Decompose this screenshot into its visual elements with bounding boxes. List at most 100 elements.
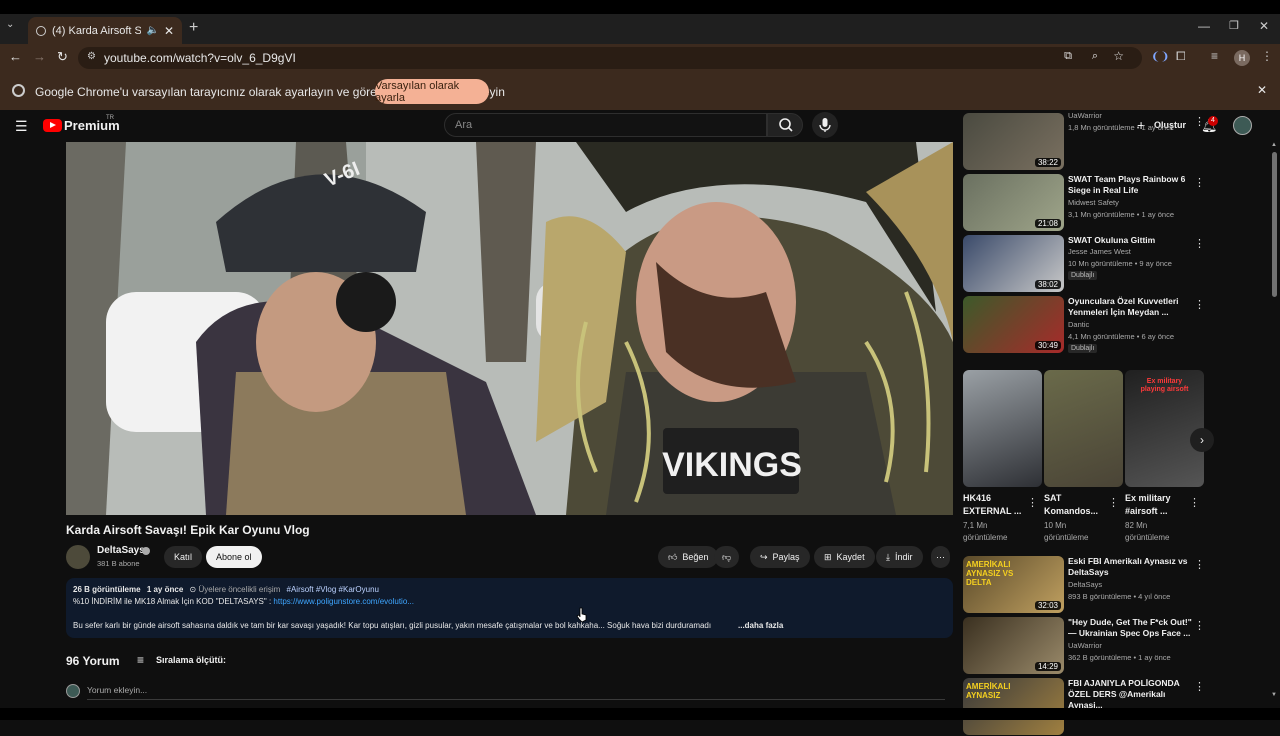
shorts-thumbnail[interactable]: Ex military playing airsoft <box>1125 370 1204 487</box>
page-scrollbar[interactable]: ▲ ▼ <box>1270 142 1280 708</box>
video-title[interactable]: "Hey Dude, Get The F*ck Out!" — Ukrainia… <box>1068 617 1192 639</box>
back-icon[interactable]: ← <box>9 49 22 64</box>
recommended-video[interactable]: AMERİKALI AYNASIZ FBI AJANIYLA POLİGONDA … <box>963 678 1205 736</box>
set-default-button[interactable]: Varsayılan olarak ayarla <box>375 79 489 104</box>
install-icon[interactable]: ⧉ <box>1064 50 1072 63</box>
promo-link[interactable]: https://www.poligunstore.com/evolutio... <box>273 597 414 606</box>
more-options-icon[interactable]: ⋮ <box>1194 237 1205 250</box>
like-button[interactable]: 👍︎ Beğen <box>658 546 719 568</box>
youtube-logo-icon[interactable] <box>43 119 62 132</box>
video-player[interactable]: VIKINGS V-6I <box>66 142 953 515</box>
video-thumbnail[interactable]: AMERİKALI AYNASIZ VS DELTA 32:03 <box>963 556 1064 613</box>
reload-icon[interactable]: ↻ <box>57 49 68 65</box>
channel-name[interactable]: UaWarrior <box>1068 111 1102 120</box>
more-options-icon[interactable]: ⋮ <box>1027 496 1038 509</box>
new-tab-icon[interactable]: + <box>189 19 198 37</box>
dislike-button[interactable]: 👎︎ <box>714 546 740 568</box>
share-button[interactable]: ↪ Paylaş <box>750 546 810 568</box>
channel-name[interactable]: Jesse James West <box>1068 247 1131 256</box>
channel-name[interactable]: DeltaSays <box>1068 580 1102 589</box>
comment-input[interactable]: Yorum ekleyin... <box>87 685 945 700</box>
forward-icon[interactable]: → <box>33 49 46 64</box>
scroll-down-icon[interactable]: ▼ <box>1271 692 1277 698</box>
shorts-title[interactable]: Ex military #airsoft ... <box>1125 492 1189 518</box>
search-input[interactable]: Ara <box>444 113 767 137</box>
show-more-link[interactable]: ...daha fazla <box>738 621 783 630</box>
hashtags[interactable]: #Airsoft #Vlog #KarOyunu <box>287 585 380 594</box>
minimize-icon[interactable]: — <box>1198 19 1210 33</box>
shorts-next-button[interactable]: › <box>1190 428 1214 452</box>
video-title[interactable]: SWAT Team Plays Rainbow 6 Siege in Real … <box>1068 174 1192 196</box>
video-title[interactable]: FBI AJANIYLA POLİGONDA ÖZEL DERS @Amerik… <box>1068 678 1192 711</box>
video-thumbnail[interactable]: 21:08 <box>963 174 1064 231</box>
window-close-icon[interactable]: ✕ <box>1259 19 1269 33</box>
more-options-icon[interactable]: ⋮ <box>1194 619 1205 632</box>
shorts-item[interactable]: Ex military playing airsoft Ex military #… <box>1125 370 1204 544</box>
browser-tab[interactable]: (4) Karda Airsoft Savaşı! Epik Kar Oyunu… <box>28 17 182 44</box>
account-avatar[interactable] <box>1233 116 1252 135</box>
sort-button[interactable]: Sıralama ölçütü: <box>156 655 226 665</box>
recommended-video[interactable]: 30:49 Oyunculara Özel Kuvvetleri Yenmeler… <box>963 296 1205 354</box>
shorts-item[interactable]: SAT Komandos... 10 Mn görüntüleme ⋮ <box>1044 370 1123 544</box>
site-info-icon[interactable]: ⚙ <box>87 51 96 62</box>
shorts-thumbnail[interactable] <box>1044 370 1123 487</box>
media-control-icon[interactable]: ≡ <box>1211 49 1218 63</box>
channel-name[interactable]: Midwest Safety <box>1068 198 1119 207</box>
shorts-title[interactable]: SAT Komandos... <box>1044 492 1108 518</box>
more-options-icon[interactable]: ⋮ <box>1194 115 1205 128</box>
recommended-video[interactable]: 38:22 UaWarrior 1,8 Mn görüntüleme • 1 ay … <box>963 111 1205 171</box>
video-thumbnail[interactable]: 38:02 <box>963 235 1064 292</box>
recommended-video[interactable]: 14:29 "Hey Dude, Get The F*ck Out!" — Ukr… <box>963 617 1205 675</box>
voice-search-button[interactable] <box>812 112 838 138</box>
recommended-video[interactable]: AMERİKALI AYNASIZ VS DELTA 32:03 Eski FBI … <box>963 556 1205 614</box>
scroll-up-icon[interactable]: ▲ <box>1271 142 1277 148</box>
profile-avatar[interactable]: H <box>1234 50 1250 66</box>
channel-name[interactable]: Dantic <box>1068 320 1089 329</box>
video-thumbnail[interactable]: 38:22 <box>963 113 1064 170</box>
bookmark-star-icon[interactable]: ☆ <box>1113 49 1124 63</box>
video-frame-image: VIKINGS V-6I <box>66 142 953 515</box>
shorts-item[interactable]: HK416 EXTERNAL ... 7,1 Mn görüntüleme ⋮ <box>963 370 1042 544</box>
video-title[interactable]: SWAT Okuluna Gittim <box>1068 235 1192 246</box>
video-title[interactable]: Eski FBI Amerikalı Aynasız vs DeltaSays <box>1068 556 1192 578</box>
restore-icon[interactable]: ❐ <box>1229 19 1239 32</box>
extension-audio-icon[interactable]: ❨❩ <box>1151 50 1169 63</box>
more-actions-button[interactable]: ⋯ <box>931 546 950 568</box>
tab-search-icon[interactable]: ⌄ <box>6 19 14 30</box>
zoom-icon[interactable]: ⌕ <box>1092 50 1098 63</box>
description-box[interactable]: 26 B görüntüleme 1 ay önce ⊙ Üyelere önc… <box>66 578 953 638</box>
tab-close-icon[interactable]: ✕ <box>164 24 174 38</box>
subscribe-button[interactable]: Abone ol <box>206 546 262 568</box>
bottom-letterbox <box>0 708 1280 720</box>
extensions-icon[interactable]: ⧠ <box>1176 49 1186 64</box>
recommended-video[interactable]: 21:08 SWAT Team Plays Rainbow 6 Siege in … <box>963 174 1205 232</box>
download-button[interactable]: ⤓ İndir <box>876 546 923 568</box>
audio-icon[interactable]: 🔈 <box>146 25 158 36</box>
video-thumbnail[interactable]: 14:29 <box>963 617 1064 674</box>
join-button[interactable]: Katıl <box>164 546 203 568</box>
recommended-video[interactable]: 38:02 SWAT Okuluna Gittim Jesse James West… <box>963 235 1205 293</box>
more-options-icon[interactable]: ⋮ <box>1194 680 1205 693</box>
sort-icon[interactable]: ≡ <box>137 653 144 667</box>
more-options-icon[interactable]: ⋮ <box>1194 298 1205 311</box>
search-button[interactable] <box>767 113 803 137</box>
shorts-title[interactable]: HK416 EXTERNAL ... <box>963 492 1027 518</box>
more-options-icon[interactable]: ⋮ <box>1194 176 1205 189</box>
channel-avatar[interactable] <box>66 545 90 569</box>
video-title[interactable]: Oyunculara Özel Kuvvetleri Yenmeleri İçi… <box>1068 296 1192 318</box>
save-button[interactable]: ⊞ Kaydet <box>814 546 875 568</box>
more-options-icon[interactable]: ⋮ <box>1189 496 1200 509</box>
scrollbar-thumb[interactable] <box>1272 152 1277 297</box>
video-thumbnail[interactable]: AMERİKALI AYNASIZ <box>963 678 1064 735</box>
address-bar[interactable]: ⚙ youtube.com/watch?v=olv_6_D9gVI ⧉ ⌕ ☆ <box>78 47 1142 69</box>
shorts-thumbnail[interactable] <box>963 370 1042 487</box>
guide-menu-icon[interactable]: ☰ <box>15 118 28 135</box>
browser-menu-icon[interactable]: ⋮ <box>1261 49 1273 63</box>
more-options-icon[interactable]: ⋮ <box>1108 496 1119 509</box>
infobar-close-icon[interactable]: ✕ <box>1257 83 1267 97</box>
channel-name[interactable]: DeltaSays <box>97 545 145 556</box>
more-options-icon[interactable]: ⋮ <box>1194 558 1205 571</box>
thumbs-down-icon: 👎︎ <box>722 551 732 562</box>
video-thumbnail[interactable]: 30:49 <box>963 296 1064 353</box>
channel-name[interactable]: UaWarrior <box>1068 641 1102 650</box>
